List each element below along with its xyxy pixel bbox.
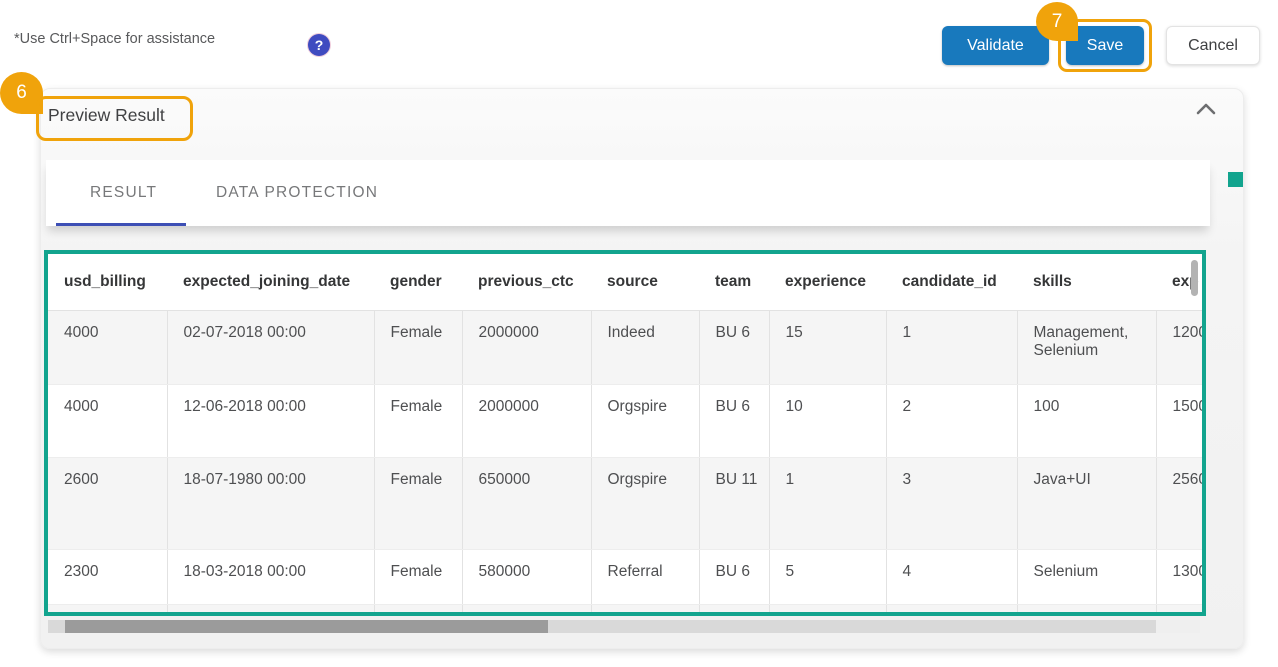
column-header: team	[699, 254, 769, 310]
table-cell: Indeed	[591, 310, 699, 384]
table-cell: 2	[886, 384, 1017, 457]
table-row: 230018-03-2018 00:00Female580000Referral…	[48, 549, 1202, 604]
table-cell: Female	[374, 384, 462, 457]
table-cell: Female	[374, 457, 462, 549]
tab-result[interactable]: RESULT	[90, 160, 157, 226]
table-cell: 580000	[462, 549, 591, 604]
column-header: skills	[1017, 254, 1156, 310]
column-header: usd_billing	[48, 254, 167, 310]
table-cell: 25600	[1156, 457, 1202, 549]
table-cell	[1017, 604, 1156, 613]
table-cell: 4000	[48, 384, 167, 457]
table-cell	[1156, 604, 1202, 613]
column-header: expected_joining_date	[167, 254, 374, 310]
table-cell: 4	[886, 549, 1017, 604]
column-header: candidate_id	[886, 254, 1017, 310]
table-cell: BU 11	[699, 457, 769, 549]
table-cell: 2000000	[462, 310, 591, 384]
table-cell: 12000	[1156, 310, 1202, 384]
cancel-button[interactable]: Cancel	[1166, 26, 1260, 65]
table-cell	[48, 604, 167, 613]
table-cell: Management, Selenium	[1017, 310, 1156, 384]
tab-data-protection[interactable]: DATA PROTECTION	[216, 160, 378, 226]
horizontal-scrollbar-end	[1156, 620, 1200, 633]
annotation-badge-7: 7	[1036, 2, 1078, 41]
table-cell: Female	[374, 549, 462, 604]
result-table: usd_billingexpected_joining_dategenderpr…	[48, 254, 1202, 614]
table-cell: Selenium	[1017, 549, 1156, 604]
table-cell: 3	[886, 457, 1017, 549]
table-cell: BU 6	[699, 310, 769, 384]
table-header-row: usd_billingexpected_joining_dategenderpr…	[48, 254, 1202, 310]
table-cell: 1	[886, 310, 1017, 384]
table-cell	[167, 604, 374, 613]
column-header: gender	[374, 254, 462, 310]
validate-button[interactable]: Validate	[942, 26, 1049, 65]
table-cell: 12-06-2018 00:00	[167, 384, 374, 457]
panel-title: Preview Result	[48, 105, 165, 126]
table-cell: 15000	[1156, 384, 1202, 457]
table-cell: 18-03-2018 00:00	[167, 549, 374, 604]
tabs-bar: RESULT DATA PROTECTION	[46, 160, 1210, 226]
help-icon[interactable]: ?	[308, 34, 330, 56]
table-row-partial	[48, 604, 1202, 613]
table-cell: 4000	[48, 310, 167, 384]
table-cell: 1	[769, 457, 886, 549]
active-tab-indicator	[56, 223, 186, 227]
table-cell	[769, 604, 886, 613]
table-cell	[886, 604, 1017, 613]
table-row: 260018-07-1980 00:00Female650000Orgspire…	[48, 457, 1202, 549]
table-cell: 18-07-1980 00:00	[167, 457, 374, 549]
annotation-badge-6: 6	[0, 72, 43, 114]
table-cell: 100	[1017, 384, 1156, 457]
table-cell	[699, 604, 769, 613]
column-header: previous_ctc	[462, 254, 591, 310]
result-table-container: usd_billingexpected_joining_dategenderpr…	[44, 250, 1206, 616]
teal-marker-square	[1228, 172, 1243, 187]
table-cell: 2300	[48, 549, 167, 604]
table-cell	[374, 604, 462, 613]
table-cell: 5	[769, 549, 886, 604]
table-cell: Orgspire	[591, 457, 699, 549]
vertical-scrollbar-thumb[interactable]	[1191, 260, 1198, 296]
horizontal-scrollbar-thumb[interactable]	[65, 620, 548, 633]
table-cell: 02-07-2018 00:00	[167, 310, 374, 384]
table-cell: Female	[374, 310, 462, 384]
table-cell: Referral	[591, 549, 699, 604]
table-cell	[591, 604, 699, 613]
table-row: 400012-06-2018 00:00Female2000000Orgspir…	[48, 384, 1202, 457]
table-cell: 10	[769, 384, 886, 457]
table-cell: BU 6	[699, 549, 769, 604]
table-cell: 13000	[1156, 549, 1202, 604]
table-cell: 2000000	[462, 384, 591, 457]
table-cell: 15	[769, 310, 886, 384]
column-header: experience	[769, 254, 886, 310]
table-cell: Java+UI	[1017, 457, 1156, 549]
table-cell: Orgspire	[591, 384, 699, 457]
table-cell: 650000	[462, 457, 591, 549]
table-cell: 2600	[48, 457, 167, 549]
table-row: 400002-07-2018 00:00Female2000000IndeedB…	[48, 310, 1202, 384]
assistance-hint: *Use Ctrl+Space for assistance	[14, 31, 215, 47]
column-header: source	[591, 254, 699, 310]
table-cell: BU 6	[699, 384, 769, 457]
table-cell	[462, 604, 591, 613]
collapse-chevron-up-icon[interactable]	[1194, 100, 1218, 118]
